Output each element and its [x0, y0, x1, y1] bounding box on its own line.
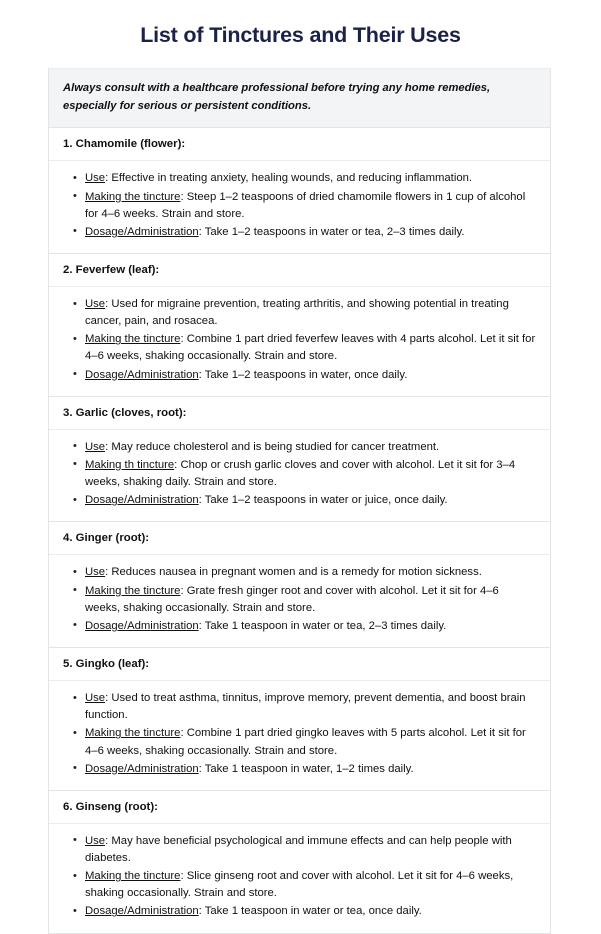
- disclaimer-banner: Always consult with a healthcare profess…: [49, 69, 550, 129]
- list-item: Making the tincture: Grate fresh ginger …: [73, 582, 536, 617]
- point-text: : Used to treat asthma, tinnitus, improv…: [85, 692, 526, 722]
- point-text: : May reduce cholesterol and is being st…: [105, 440, 440, 453]
- list-item: Use: Used for migraine prevention, treat…: [73, 295, 536, 330]
- point-label: Making the tincture: [85, 727, 181, 740]
- point-label: Making th tincture: [85, 458, 175, 471]
- list-item: Making the tincture: Combine 1 part drie…: [73, 725, 536, 759]
- list-item: Dosage/Administration: Take 1–2 teaspoon…: [73, 223, 536, 241]
- point-text: : Take 1–2 teaspoons in water or juice, …: [198, 494, 448, 507]
- point-label: Use: [85, 298, 106, 310]
- point-text: : Take 1 teaspoon in water, 1–2 times da…: [198, 762, 414, 775]
- content-card: Always consult with a healthcare profess…: [48, 68, 551, 934]
- page-title: List of Tinctures and Their Uses: [140, 23, 461, 47]
- list-item: Dosage/Administration: Take 1 teaspoon i…: [73, 903, 536, 920]
- section-body: Use: Reduces nausea in pregnant women an…: [49, 555, 550, 649]
- point-label: Making the tincture: [85, 333, 181, 346]
- tincture-section: 2. Feverfew (leaf): Use: Used for migrain…: [49, 254, 550, 397]
- point-text: : Effective in treating anxiety, healing…: [105, 172, 473, 185]
- bullet-list: Use: Used to treat asthma, tinnitus, imp…: [63, 690, 536, 778]
- list-item: Making the tincture: Combine 1 part drie…: [73, 331, 536, 365]
- point-label: Making the tincture: [85, 870, 181, 883]
- list-item: Making th tincture: Chop or crush garlic…: [73, 456, 536, 491]
- list-item: Dosage/Administration: Take 1–2 teaspoon…: [73, 366, 536, 384]
- sections-list: 1. Chamomile (flower):Use: Effective in …: [49, 128, 550, 933]
- section-body: Use: Used for migraine prevention, treat…: [49, 287, 550, 397]
- point-label: Making the tincture: [85, 584, 181, 597]
- point-label: Use: [85, 172, 106, 185]
- point-label: Dosage/Administration: [85, 494, 199, 507]
- list-item: Use: Used to treat asthma, tinnitus, imp…: [73, 690, 536, 724]
- point-label: Dosage/Administration: [85, 762, 199, 775]
- point-text: : May have beneficial psychological and …: [85, 834, 512, 864]
- tincture-section: 6. Ginseng (root): Use: May have benefici…: [49, 790, 550, 933]
- point-label: Use: [85, 692, 106, 705]
- document-page: List of Tinctures and Their Uses Always …: [0, 0, 601, 934]
- section-header: 1. Chamomile (flower):: [49, 128, 550, 162]
- section-body: Use: May have beneficial psychological a…: [49, 823, 550, 933]
- section-header: 6. Ginseng (root):: [49, 790, 550, 824]
- list-item: Dosage/Administration: Take 1 teaspoon i…: [73, 617, 536, 635]
- tincture-section: 5. Gingko (leaf): Use: Used to treat asth…: [49, 648, 550, 791]
- bullet-list: Use: Reduces nausea in pregnant women an…: [63, 564, 536, 635]
- list-item: Use: Effective in treating anxiety, heal…: [73, 170, 536, 187]
- bullet-list: Use: May reduce cholesterol and is being…: [63, 438, 536, 510]
- section-header: 4. Ginger (root):: [49, 522, 550, 556]
- point-label: Dosage/Administration: [85, 905, 199, 918]
- point-text: : Take 1 teaspoon in water or tea, once …: [198, 905, 422, 918]
- section-header: 5. Gingko (leaf):: [49, 648, 550, 682]
- list-item: Making the tincture: Steep 1–2 teaspoons…: [73, 188, 536, 223]
- list-item: Use: May have beneficial psychological a…: [73, 832, 536, 867]
- point-label: Dosage/Administration: [85, 225, 199, 238]
- list-item: Dosage/Administration: Take 1–2 teaspoon…: [73, 492, 536, 509]
- point-label: Use: [85, 440, 106, 453]
- point-text: : Used for migraine prevention, treating…: [85, 298, 509, 328]
- section-body: Use: Effective in treating anxiety, heal…: [49, 161, 550, 254]
- point-label: Making the tincture: [85, 190, 181, 203]
- list-item: Dosage/Administration: Take 1 teaspoon i…: [73, 760, 536, 778]
- point-text: : Take 1–2 teaspoons in water, once dail…: [198, 368, 408, 381]
- list-item: Use: May reduce cholesterol and is being…: [73, 438, 536, 456]
- point-text: : Reduces nausea in pregnant women and i…: [105, 566, 482, 579]
- tincture-section: 1. Chamomile (flower): Use: Effective in …: [49, 128, 550, 254]
- point-text: : Take 1–2 teaspoons in water or tea, 2–…: [198, 225, 465, 238]
- section-body: Use: Used to treat asthma, tinnitus, imp…: [49, 681, 550, 791]
- point-text: : Take 1 teaspoon in water or tea, 2–3 t…: [198, 619, 447, 632]
- point-label: Use: [85, 566, 106, 579]
- tincture-section: 4. Ginger (root): Use: Reduces nausea in …: [49, 522, 550, 649]
- point-label: Use: [85, 834, 106, 847]
- list-item: Use: Reduces nausea in pregnant women an…: [73, 564, 536, 581]
- bullet-list: Use: Used for migraine prevention, treat…: [63, 295, 536, 384]
- tincture-section: 3. Garlic (cloves, root): Use: May reduce…: [49, 396, 550, 523]
- point-label: Dosage/Administration: [85, 619, 199, 632]
- bullet-list: Use: May have beneficial psychological a…: [63, 832, 536, 921]
- section-body: Use: May reduce cholesterol and is being…: [49, 429, 550, 523]
- bullet-list: Use: Effective in treating anxiety, heal…: [63, 170, 536, 241]
- section-header: 2. Feverfew (leaf):: [49, 254, 550, 287]
- section-header: 3. Garlic (cloves, root):: [49, 396, 550, 430]
- list-item: Making the tincture: Slice ginseng root …: [73, 868, 536, 902]
- point-label: Dosage/Administration: [85, 368, 199, 381]
